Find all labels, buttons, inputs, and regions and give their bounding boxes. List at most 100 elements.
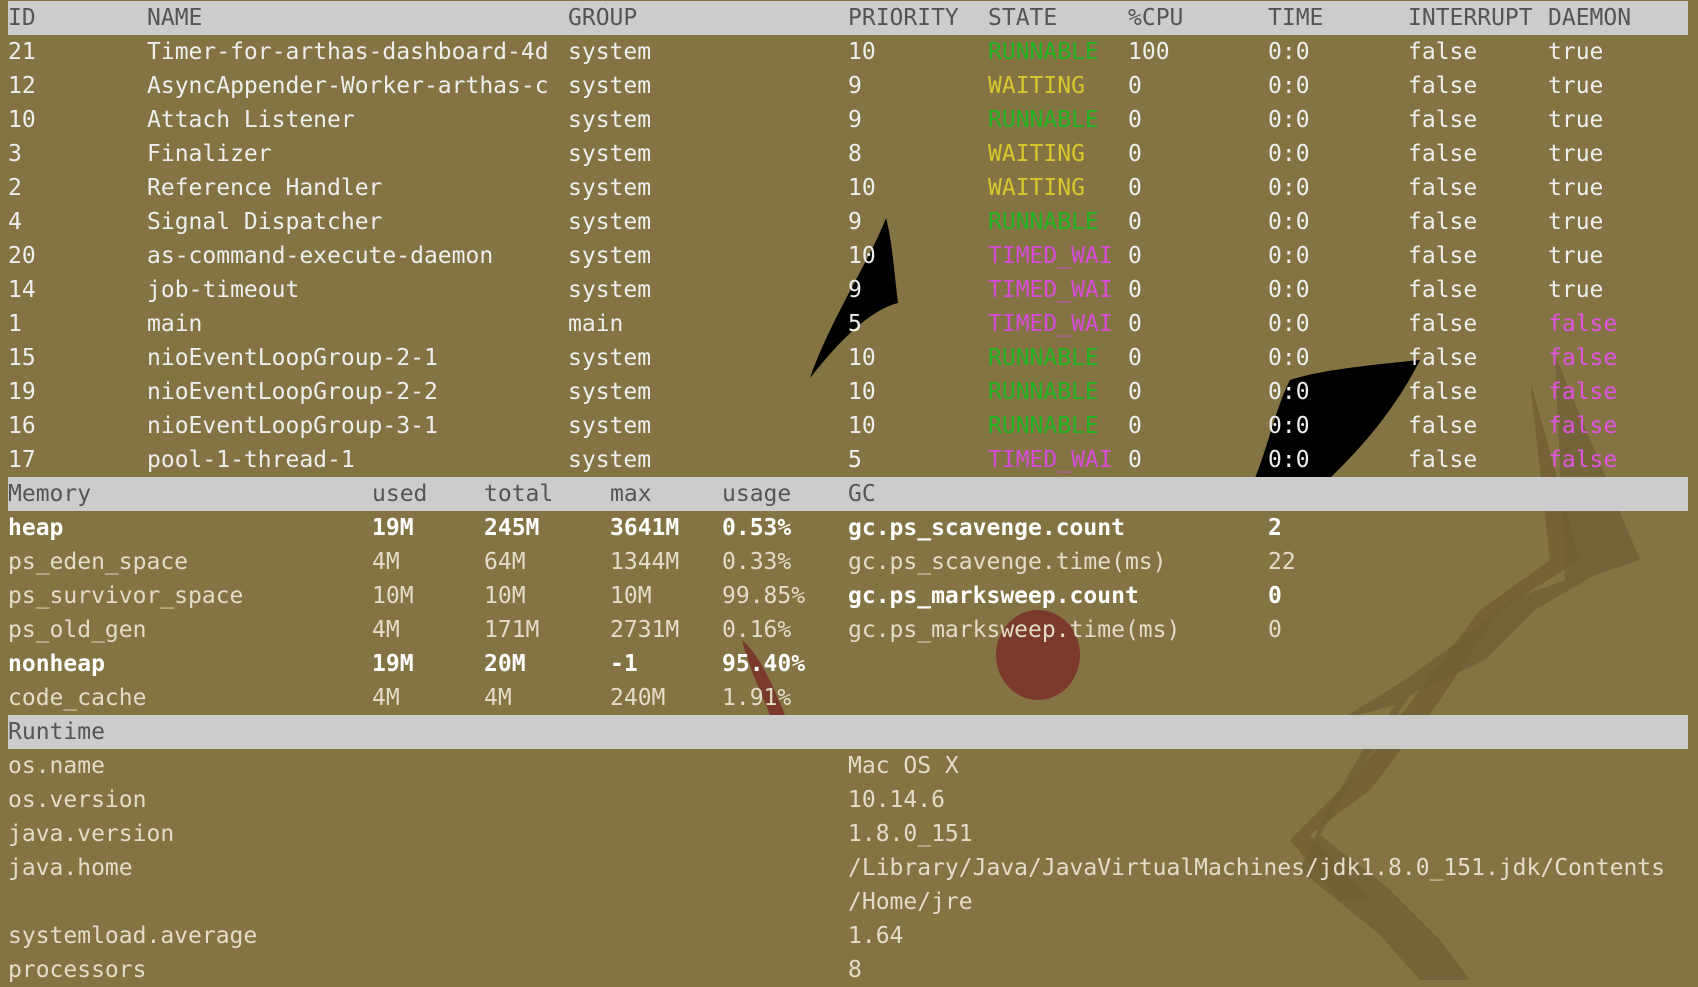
thread-group: system [568, 345, 652, 371]
thread-daemon: false [1548, 379, 1618, 405]
runtime-value: 1.64 [848, 923, 904, 949]
thread-id: 1 [8, 311, 22, 337]
memory-header-usage: usage [722, 481, 792, 507]
memory-usage: 0.53% [722, 515, 792, 541]
memory-max: -1 [610, 651, 638, 677]
memory-name: heap [8, 515, 64, 541]
thread-daemon: true [1548, 73, 1604, 99]
memory-total: 10M [484, 583, 526, 609]
thread-interrupt: false [1408, 345, 1478, 371]
thread-state: WAITING [988, 175, 1085, 201]
thread-time: 0:0 [1268, 107, 1310, 133]
thread-state: RUNNABLE [988, 345, 1099, 371]
thread-state: RUNNABLE [988, 209, 1099, 235]
thread-daemon: true [1548, 209, 1604, 235]
runtime-key: java.home [8, 855, 133, 881]
thread-state: WAITING [988, 73, 1085, 99]
thread-id: 2 [8, 175, 22, 201]
runtime-value: 8 [848, 957, 862, 983]
memory-used: 19M [372, 515, 414, 541]
thread-name: job-timeout [147, 277, 300, 303]
thread-id: 3 [8, 141, 22, 167]
memory-header-total: total [484, 481, 554, 507]
gc-value: 0 [1268, 583, 1282, 609]
memory-total: 171M [484, 617, 540, 643]
thread-priority: 10 [848, 39, 876, 65]
thread-interrupt: false [1408, 209, 1478, 235]
thread-daemon: false [1548, 413, 1618, 439]
thread-group: system [568, 39, 652, 65]
thread-interrupt: false [1408, 277, 1478, 303]
memory-total: 20M [484, 651, 526, 677]
thread-cpu: 0 [1128, 413, 1142, 439]
thread-time: 0:0 [1268, 141, 1310, 167]
thread-name: nioEventLoopGroup-2-1 [147, 345, 438, 371]
col-header-daemon: DAEMON [1548, 5, 1632, 31]
memory-total: 4M [484, 685, 512, 711]
thread-daemon: true [1548, 141, 1604, 167]
col-header-priority: PRIORITY [848, 5, 959, 31]
thread-priority: 10 [848, 345, 876, 371]
memory-name: ps_eden_space [8, 549, 189, 575]
thread-id: 10 [8, 107, 36, 133]
thread-cpu: 0 [1128, 277, 1142, 303]
thread-group: system [568, 243, 652, 269]
thread-id: 12 [8, 73, 36, 99]
thread-cpu: 0 [1128, 141, 1142, 167]
thread-interrupt: false [1408, 107, 1478, 133]
memory-total: 245M [484, 515, 540, 541]
thread-name: nioEventLoopGroup-3-1 [147, 413, 438, 439]
col-header-interrupt: INTERRUPT [1408, 5, 1533, 31]
thread-state: TIMED_WAI [988, 243, 1113, 269]
thread-state: TIMED_WAI [988, 447, 1113, 473]
memory-usage: 99.85% [722, 583, 806, 609]
runtime-value: 10.14.6 [848, 787, 945, 813]
thread-name: pool-1-thread-1 [147, 447, 355, 473]
thread-id: 14 [8, 277, 36, 303]
thread-cpu: 0 [1128, 107, 1142, 133]
thread-name: Timer-for-arthas-dashboard-4d [147, 39, 549, 65]
thread-id: 17 [8, 447, 36, 473]
thread-daemon: false [1548, 447, 1618, 473]
thread-time: 0:0 [1268, 413, 1310, 439]
gc-name: gc.ps_scavenge.count [848, 515, 1125, 541]
thread-time: 0:0 [1268, 73, 1310, 99]
thread-time: 0:0 [1268, 277, 1310, 303]
thread-group: system [568, 175, 652, 201]
thread-group: system [568, 73, 652, 99]
thread-state: RUNNABLE [988, 39, 1099, 65]
thread-time: 0:0 [1268, 345, 1310, 371]
memory-used: 19M [372, 651, 414, 677]
arthas-dashboard-terminal: ID NAME GROUP PRIORITY STATE %CPU TIME INTERRUP… [0, 0, 1698, 983]
memory-usage: 0.16% [722, 617, 792, 643]
thread-priority: 8 [848, 141, 862, 167]
thread-group: system [568, 413, 652, 439]
memory-name: nonheap [8, 651, 105, 677]
thread-cpu: 0 [1128, 447, 1142, 473]
thread-time: 0:0 [1268, 175, 1310, 201]
memory-max: 1344M [610, 549, 680, 575]
thread-state: WAITING [988, 141, 1085, 167]
thread-id: 4 [8, 209, 22, 235]
gc-value: 0 [1268, 617, 1282, 643]
gc-name: gc.ps_marksweep.time(ms) [848, 617, 1181, 643]
thread-state: RUNNABLE [988, 107, 1099, 133]
thread-interrupt: false [1408, 413, 1478, 439]
thread-group: system [568, 277, 652, 303]
thread-time: 0:0 [1268, 447, 1310, 473]
gc-header-label: GC [848, 481, 876, 507]
runtime-value: 1.8.0_151 [848, 821, 973, 847]
thread-name: as-command-execute-daemon [147, 243, 494, 269]
thread-priority: 10 [848, 413, 876, 439]
thread-name: main [147, 311, 203, 337]
gc-value: 2 [1268, 515, 1282, 541]
thread-interrupt: false [1408, 141, 1478, 167]
thread-cpu: 0 [1128, 175, 1142, 201]
memory-max: 2731M [610, 617, 680, 643]
memory-header-max: max [610, 481, 652, 507]
thread-priority: 5 [848, 311, 862, 337]
thread-priority: 5 [848, 447, 862, 473]
thread-cpu: 0 [1128, 345, 1142, 371]
memory-name: ps_survivor_space [8, 583, 244, 609]
thread-id: 16 [8, 413, 36, 439]
